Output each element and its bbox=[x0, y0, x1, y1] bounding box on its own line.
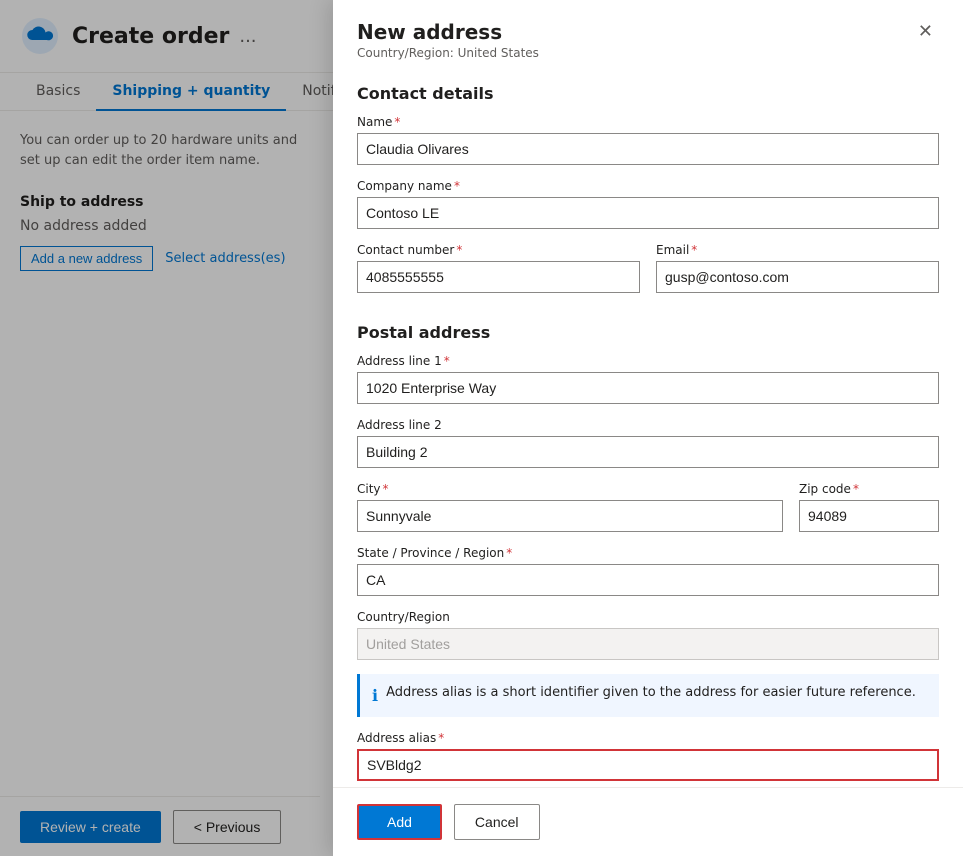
company-name-field-group: Company name* bbox=[357, 179, 939, 229]
company-name-input[interactable] bbox=[357, 197, 939, 229]
country-input bbox=[357, 628, 939, 660]
address-line1-input[interactable] bbox=[357, 372, 939, 404]
modal-body: Contact details Name* Company name* Cont… bbox=[333, 68, 963, 787]
email-field-group: Email* bbox=[656, 243, 939, 293]
info-text: Address alias is a short identifier give… bbox=[386, 684, 916, 702]
contact-number-label: Contact number* bbox=[357, 243, 640, 257]
company-name-label: Company name* bbox=[357, 179, 939, 193]
name-required: * bbox=[394, 115, 400, 129]
zip-code-label: Zip code* bbox=[799, 482, 939, 496]
new-address-modal: New address Country/Region: United State… bbox=[333, 0, 963, 856]
contact-number-field-group: Contact number* bbox=[357, 243, 640, 293]
modal-header: New address Country/Region: United State… bbox=[333, 0, 963, 68]
zip-code-field-group: Zip code* bbox=[799, 482, 939, 532]
email-input[interactable] bbox=[656, 261, 939, 293]
zip-code-input[interactable] bbox=[799, 500, 939, 532]
modal-title: New address bbox=[357, 20, 539, 44]
state-field-group: State / Province / Region* bbox=[357, 546, 939, 596]
name-field-group: Name* bbox=[357, 115, 939, 165]
address-alias-label: Address alias* bbox=[357, 731, 939, 745]
email-label: Email* bbox=[656, 243, 939, 257]
state-input[interactable] bbox=[357, 564, 939, 596]
country-label: Country/Region bbox=[357, 610, 939, 624]
company-required: * bbox=[454, 179, 460, 193]
cancel-button[interactable]: Cancel bbox=[454, 804, 540, 840]
postal-address-section-title: Postal address bbox=[357, 323, 939, 342]
city-zip-row: City* Zip code* bbox=[357, 482, 939, 546]
state-label: State / Province / Region* bbox=[357, 546, 939, 560]
city-field-group: City* bbox=[357, 482, 783, 532]
modal-footer: Add Cancel bbox=[333, 787, 963, 856]
name-input[interactable] bbox=[357, 133, 939, 165]
contact-email-row: Contact number* Email* bbox=[357, 243, 939, 307]
address-line1-field-group: Address line 1* bbox=[357, 354, 939, 404]
city-input[interactable] bbox=[357, 500, 783, 532]
address-alias-info-box: ℹ Address alias is a short identifier gi… bbox=[357, 674, 939, 717]
contact-number-input[interactable] bbox=[357, 261, 640, 293]
modal-close-button[interactable]: ✕ bbox=[912, 20, 939, 42]
name-label: Name* bbox=[357, 115, 939, 129]
address-line2-label: Address line 2 bbox=[357, 418, 939, 432]
city-label: City* bbox=[357, 482, 783, 496]
modal-subtitle: Country/Region: United States bbox=[357, 46, 539, 60]
address-alias-input[interactable] bbox=[357, 749, 939, 781]
address-alias-field-group: Address alias* bbox=[357, 731, 939, 781]
contact-details-section-title: Contact details bbox=[357, 84, 939, 103]
add-button[interactable]: Add bbox=[357, 804, 442, 840]
address-line2-input[interactable] bbox=[357, 436, 939, 468]
modal-title-group: New address Country/Region: United State… bbox=[357, 20, 539, 60]
info-icon: ℹ bbox=[372, 685, 378, 707]
country-field-group: Country/Region bbox=[357, 610, 939, 660]
address-line2-field-group: Address line 2 bbox=[357, 418, 939, 468]
address-line1-label: Address line 1* bbox=[357, 354, 939, 368]
